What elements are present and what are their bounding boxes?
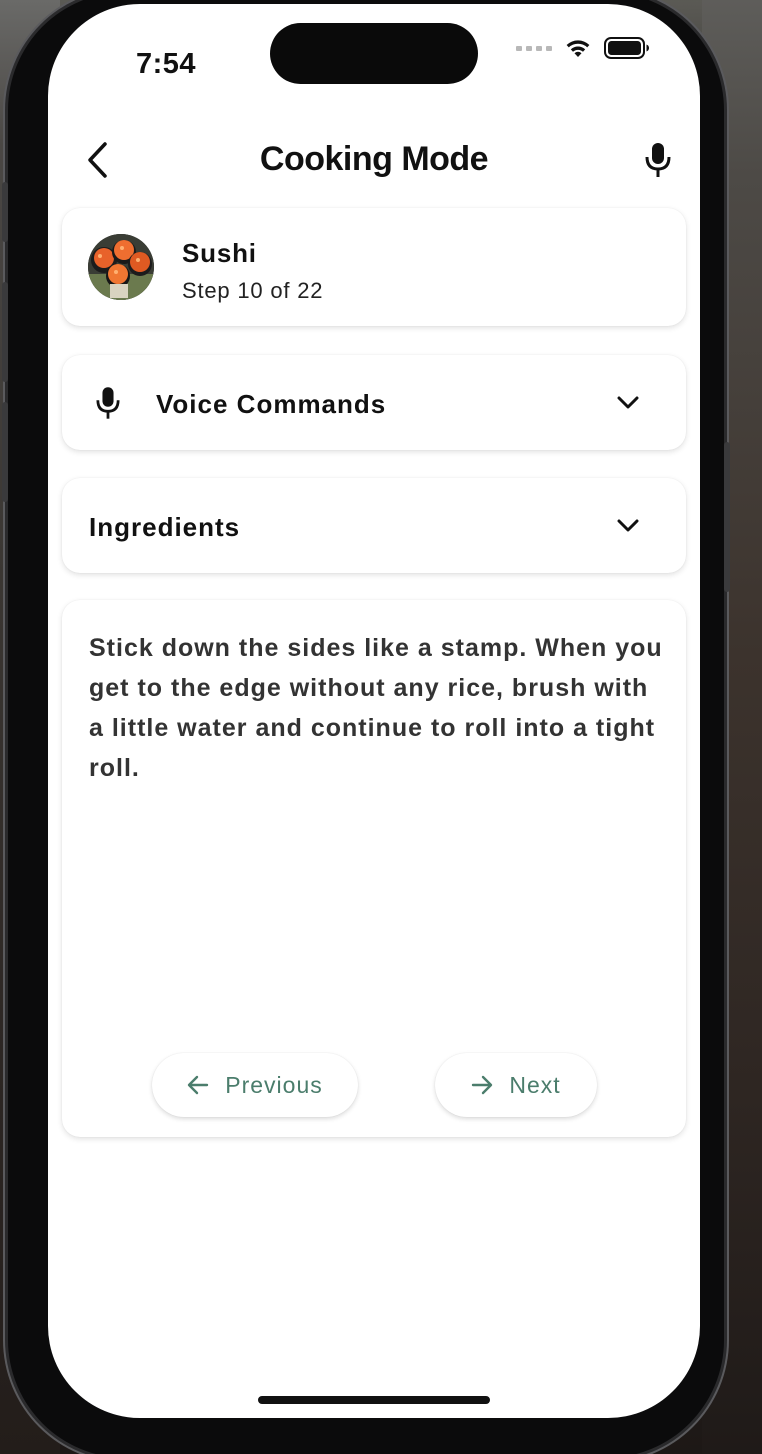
status-time: 7:54: [136, 48, 197, 80]
step-instruction-text: Stick down the sides like a stamp. When …: [89, 634, 663, 782]
voice-commands-mic: [90, 385, 126, 421]
next-step-button[interactable]: Next: [435, 1053, 597, 1117]
chevron-down-icon: [617, 396, 639, 409]
recipe-thumbnail: [88, 234, 154, 300]
sushi-image: [88, 234, 154, 300]
step-instructions-card: Stick down the sides like a stamp. When …: [62, 600, 686, 1137]
previous-label: Previous: [225, 1071, 323, 1098]
voice-input-button[interactable]: [636, 136, 680, 184]
next-label: Next: [509, 1071, 561, 1098]
chevron-down-icon: [617, 519, 639, 532]
arrow-right-icon: [472, 1075, 493, 1095]
recipe-card: Sushi Step 10 of 22: [62, 208, 686, 326]
phone-frame: 7:54 Cooking Mode Sushi Step 10 of 22 Vo…: [2, 0, 730, 1454]
microphone-icon: [96, 387, 120, 419]
previous-step-button[interactable]: Previous: [152, 1053, 358, 1117]
ingredients-label: Ingredients: [89, 512, 241, 542]
voice-commands-toggle[interactable]: [610, 385, 646, 421]
app-screen: 7:54 Cooking Mode Sushi Step 10 of 22 Vo…: [48, 4, 700, 1418]
cellular-signal-icon: [516, 45, 552, 51]
navigation-bar: Cooking Mode: [48, 124, 700, 198]
home-indicator[interactable]: [258, 1396, 490, 1404]
page-title: Cooking Mode: [259, 140, 489, 178]
phone-power-button: [724, 442, 730, 592]
battery-icon: [604, 37, 649, 59]
dynamic-island: [270, 23, 478, 84]
microphone-icon: [645, 143, 671, 177]
voice-commands-label: Voice Commands: [156, 389, 387, 419]
voice-commands-panel[interactable]: Voice Commands: [62, 355, 686, 450]
recipe-name: Sushi: [182, 238, 257, 268]
status-icons: [516, 36, 650, 60]
step-counter: Step 10 of 22: [182, 278, 324, 303]
phone-volume-down-button: [2, 402, 8, 502]
arrow-left-icon: [188, 1075, 209, 1095]
ingredients-panel[interactable]: Ingredients: [62, 478, 686, 573]
phone-action-button: [2, 182, 8, 242]
wifi-icon: [566, 40, 590, 57]
ingredients-toggle[interactable]: [610, 508, 646, 544]
phone-volume-up-button: [2, 282, 8, 382]
